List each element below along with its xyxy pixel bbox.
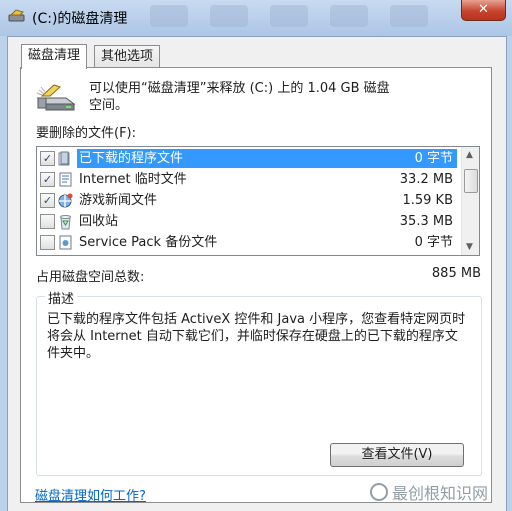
watermark-logo-icon — [369, 483, 388, 501]
disk-cleanup-icon — [8, 9, 25, 22]
blurred-taskbar-item — [330, 5, 368, 27]
checkbox[interactable]: ✓ — [40, 151, 55, 166]
folder-icon — [58, 151, 70, 166]
list-item-service-pack[interactable]: Service Pack 备份文件 0 字节 — [37, 232, 457, 253]
item-name: Service Pack 备份文件 — [79, 235, 218, 250]
item-name: 回收站 — [79, 214, 119, 229]
window-title: (C:)的磁盘清理 — [32, 11, 128, 27]
list-item-recycle-bin[interactable]: 回收站 35.3 MB — [37, 211, 457, 232]
description-group: 描述 已下载的程序文件包括 ActiveX 控件和 Java 小程序，您查看特定… — [36, 288, 482, 476]
item-name: 已下载的程序文件 — [79, 151, 184, 166]
item-size: 1.59 KB — [402, 193, 453, 208]
total-space-value: 885 MB — [431, 266, 481, 281]
watermark-text: 最创根知识网 — [391, 484, 488, 503]
view-files-button[interactable]: 查看文件(V) — [330, 443, 464, 467]
help-link[interactable]: 磁盘清理如何工作? — [35, 485, 146, 504]
item-name: 游戏新闻文件 — [79, 193, 158, 208]
document-icon — [59, 172, 72, 187]
intro-line-2: 空间。 — [89, 98, 129, 113]
item-size: 33.2 MB — [399, 172, 453, 187]
recycle-bin-icon — [60, 215, 71, 230]
file-list[interactable]: ✓ 已下载的程序文件 0 字节 ✓ Internet 临时文件 33.2 MB … — [36, 146, 480, 256]
scroll-thumb[interactable] — [464, 169, 478, 193]
checkbox[interactable] — [40, 235, 55, 250]
item-size: 0 字节 — [414, 235, 453, 250]
dialog-window: 磁盘清理 其他选项 可以使用“磁盘清理”来释放 (C:) 上的 1.04 GB … — [7, 36, 507, 511]
tab-disk-cleanup[interactable]: 磁盘清理 — [21, 44, 88, 69]
files-to-delete-label: 要删除的文件(F): — [36, 126, 137, 141]
item-size: 35.3 MB — [399, 214, 453, 229]
tab-panel: 可以使用“磁盘清理”来释放 (C:) 上的 1.04 GB 磁盘 空间。 要删除… — [20, 67, 492, 503]
tab-more-options[interactable]: 其他选项 — [94, 45, 161, 68]
title-bar[interactable]: (C:)的磁盘清理 ✕ — [0, 0, 512, 36]
site-watermark: 最创根知识网 — [369, 480, 488, 504]
intro-text: 可以使用“磁盘清理”来释放 (C:) 上的 1.04 GB 磁盘 空间。 — [89, 80, 484, 114]
list-item-internet-temp[interactable]: ✓ Internet 临时文件 33.2 MB — [37, 169, 457, 190]
scroll-down-icon[interactable]: ▼ — [466, 242, 473, 252]
list-scrollbar[interactable]: ▲ ▼ — [461, 147, 479, 255]
game-icon — [58, 193, 73, 208]
item-name: Internet 临时文件 — [79, 172, 187, 187]
blurred-taskbar-item — [390, 5, 428, 27]
description-title: 描述 — [45, 288, 78, 307]
close-button[interactable]: ✕ — [461, 0, 506, 21]
checkbox[interactable] — [40, 214, 55, 229]
list-item-downloaded-programs[interactable]: ✓ 已下载的程序文件 0 字节 — [37, 148, 457, 169]
blurred-taskbar-item — [210, 5, 248, 27]
service-pack-icon — [59, 235, 72, 250]
blurred-taskbar-item — [150, 5, 188, 27]
scroll-up-icon[interactable]: ▲ — [466, 150, 473, 160]
blurred-taskbar-item — [270, 5, 308, 27]
item-size: 0 字节 — [414, 151, 453, 166]
list-item-game-news[interactable]: ✓ 游戏新闻文件 1.59 KB — [37, 190, 457, 211]
checkbox[interactable]: ✓ — [40, 172, 55, 187]
description-text: 已下载的程序文件包括 ActiveX 控件和 Java 小程序，您查看特定网页时… — [47, 312, 466, 361]
total-space-label: 占用磁盘空间总数: — [36, 270, 145, 285]
checkbox[interactable]: ✓ — [40, 193, 55, 208]
drive-cleanup-icon — [36, 84, 76, 111]
intro-line-1: 可以使用“磁盘清理”来释放 (C:) 上的 1.04 GB 磁盘 — [89, 81, 390, 96]
